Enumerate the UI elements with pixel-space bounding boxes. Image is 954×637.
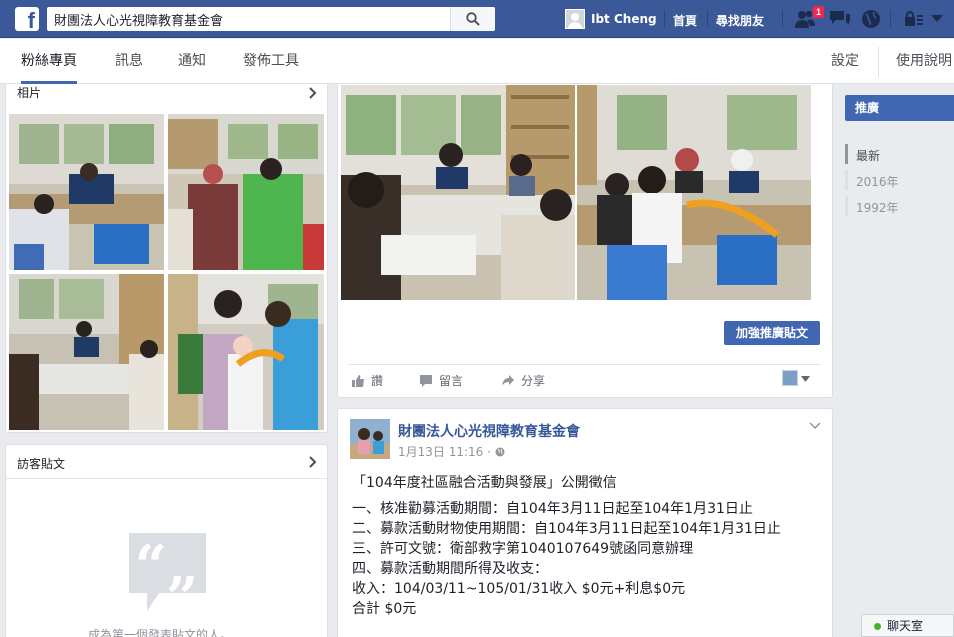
avatar [565,9,585,29]
post-text-line: 合計 $0元 [352,601,417,617]
page-profile-picture[interactable] [350,419,390,459]
chevron-right-icon[interactable] [309,87,317,99]
post-text-line: 一、核准勸募活動期間：自104年3月11日起至104年1月31日止 [352,501,753,517]
tab-publishing-tools[interactable]: 發佈工具 [243,39,299,84]
facebook-logo[interactable]: f [15,7,39,31]
profile-link[interactable]: Ibt Cheng [565,8,657,30]
thumbs-up-icon [352,374,364,387]
comment-button[interactable]: 留言 [419,372,463,389]
tab-help[interactable]: 使用說明 [896,39,952,84]
divider [890,10,891,28]
user-name: Ibt Cheng [591,12,657,26]
timeline-year-2016[interactable]: 2016年 [856,173,899,190]
messages-icon[interactable] [828,8,852,30]
divider [878,47,879,77]
chevron-down-icon[interactable] [801,376,810,382]
boost-post-button[interactable]: 加強推廣貼文 [724,321,820,345]
divider [6,478,327,479]
year-indicator [845,170,848,190]
share-icon [502,374,514,386]
divider [349,364,821,365]
page-tabs-bar: 粉絲專頁 訊息 通知 發佈工具 設定 使用說明 [0,39,954,84]
empty-state-text: 成為第一個發表貼文的人。 [87,628,232,637]
home-link[interactable]: 首頁 [673,12,697,29]
timestamp-text: 1月13日 11:16 · [398,445,495,459]
share-button[interactable]: 分享 [501,372,545,389]
tab-messages[interactable]: 訊息 [115,39,143,84]
post-photo[interactable] [341,85,575,300]
chat-tab[interactable]: 聊天室 [861,614,954,637]
like-button[interactable]: 讚 [351,372,383,389]
online-status-icon [874,623,881,630]
share-label: 分享 [521,374,546,388]
post-timestamp[interactable]: 1月13日 11:16 · [398,443,505,460]
post-photo[interactable] [577,85,811,300]
year-indicator [845,196,848,216]
photo-thumbnail[interactable] [168,114,324,270]
search-button[interactable] [450,7,495,31]
find-friends-link[interactable]: 尋找朋友 [716,12,764,29]
post-text-line: 二、募款活動財物使用期間：自104年3月11日起至104年1月31日止 [352,521,781,537]
divider [664,10,665,28]
tab-page[interactable]: 粉絲專頁 [21,39,77,84]
post-text-line: 收入：104/03/11~105/01/31收入 $0元+利息$0元 [352,581,686,597]
friend-requests-badge: 1 [812,5,826,19]
photos-card-title[interactable]: 相片 [17,84,41,101]
promote-button[interactable]: 推廣 [845,95,954,121]
chat-label: 聊天室 [887,619,924,633]
post-options-chevron-icon[interactable] [809,422,821,430]
photo-thumbnail[interactable] [9,274,164,430]
year-indicator [845,144,848,164]
tab-notifications[interactable]: 通知 [178,39,206,84]
visitor-posts-title[interactable]: 訪客貼文 [17,455,65,472]
photo-thumbnail[interactable] [9,114,164,270]
quote-bubble-icon: “„ [129,533,206,611]
search-box [47,7,495,31]
tab-settings[interactable]: 設定 [831,39,859,84]
notifications-globe-icon[interactable] [860,8,882,30]
globe-icon [495,447,505,457]
svg-text:“„: “„ [135,533,199,599]
chevron-right-icon[interactable] [309,456,317,468]
page-avatar[interactable] [782,370,798,386]
comment-label: 留言 [439,374,464,388]
post-page-name[interactable]: 財團法人心光視障教育基金會 [398,421,580,441]
post-text-line: 三、許可文號：衛部救字第1040107649號函同意辦理 [352,541,694,557]
divider [707,10,708,28]
timeline-year-1992[interactable]: 1992年 [856,199,899,216]
divider [782,10,783,28]
account-menu-icon[interactable] [931,15,943,23]
comment-icon [420,374,432,387]
post-text-line: 「104年度社區融合活動與發展」公開徵信 [352,475,617,491]
post-text-line: 四、募款活動期間所得及收支： [352,561,548,577]
privacy-lock-icon[interactable] [903,8,925,30]
photo-thumbnail[interactable] [168,274,324,430]
search-icon [466,12,480,26]
like-label: 讚 [371,374,384,388]
timeline-year-latest[interactable]: 最新 [856,147,880,164]
top-navigation-bar: f Ibt Cheng 首頁 尋找朋友 1 [0,0,954,38]
search-input[interactable] [47,7,450,31]
